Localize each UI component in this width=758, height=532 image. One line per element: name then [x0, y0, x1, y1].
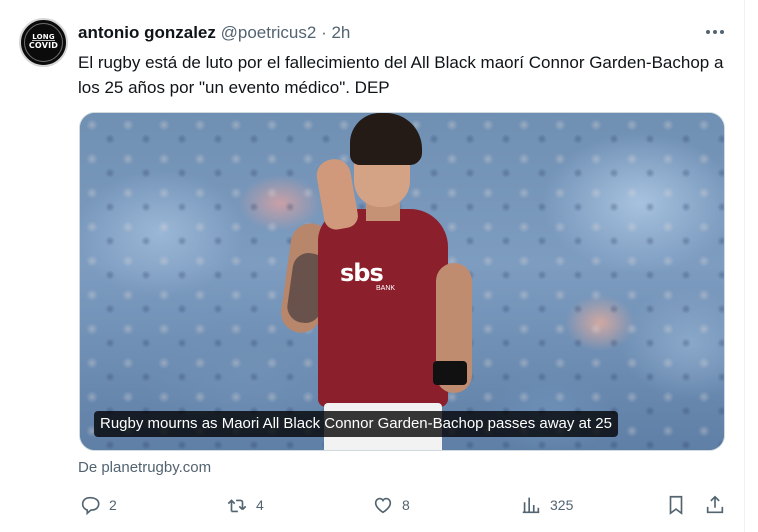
avatar[interactable]: LONG COVID — [19, 18, 68, 67]
bookmark-icon — [669, 495, 683, 515]
share-icon — [706, 495, 724, 514]
header-separator: · — [321, 23, 327, 42]
more-dot — [720, 30, 724, 34]
retweet-button[interactable]: 4 — [226, 492, 264, 518]
tweet-action-bar: 2 4 8 325 — [0, 488, 744, 522]
media-caption: Rugby mourns as Maori All Black Connor G… — [94, 411, 618, 437]
views-count: 325 — [550, 497, 574, 513]
player-hand — [314, 156, 360, 232]
reply-count: 2 — [109, 497, 117, 513]
tweet-time[interactable]: 2h — [331, 23, 350, 42]
views-bar-chart-icon — [522, 497, 540, 514]
more-dot — [706, 30, 710, 34]
tweet-text: El rugby está de luto por el fallecimien… — [78, 53, 724, 97]
link-source[interactable]: De planetrugby.com — [78, 459, 211, 476]
share-button[interactable] — [704, 492, 726, 518]
reply-icon — [81, 496, 100, 516]
media-player-figure: sbs BANK — [260, 113, 500, 450]
like-button[interactable]: 8 — [372, 492, 410, 518]
more-horizontal-icon[interactable] — [703, 24, 727, 40]
retweet-icon — [227, 499, 247, 513]
avatar-text-line2: COVID — [28, 41, 59, 50]
retweet-count: 4 — [256, 497, 264, 513]
bookmark-button[interactable] — [665, 492, 687, 518]
like-count: 8 — [402, 497, 410, 513]
author-handle[interactable]: @poetricus2 — [221, 23, 317, 42]
player-wristband — [433, 361, 467, 385]
reply-button[interactable]: 2 — [79, 492, 117, 518]
jersey-sponsor-logo: sbs — [340, 259, 384, 287]
player-jersey — [318, 209, 448, 407]
author-name[interactable]: antonio gonzalez — [78, 23, 216, 42]
tweet-header: antonio gonzalez @poetricus2 · 2h — [78, 22, 350, 44]
views-button[interactable]: 325 — [520, 492, 573, 518]
jersey-sponsor-sub: BANK — [376, 285, 396, 292]
heart-icon — [374, 497, 392, 514]
tweet-media-card[interactable]: sbs BANK Rugby mourns as Maori All Black… — [79, 112, 725, 451]
timeline-right-border — [744, 0, 745, 532]
player-hair — [350, 113, 422, 165]
more-dot — [713, 30, 717, 34]
